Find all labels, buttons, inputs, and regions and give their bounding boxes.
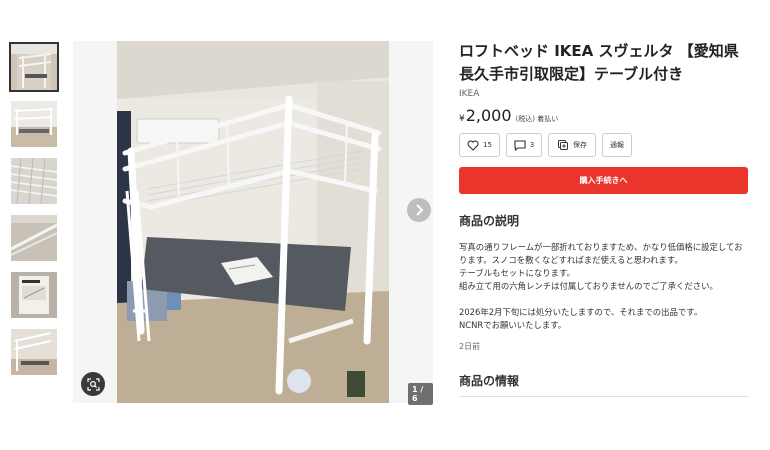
action-bar: 15 3 保存 通報: [459, 133, 749, 157]
report-label: 通報: [610, 141, 624, 149]
thumbnail-1[interactable]: [9, 42, 59, 92]
thumbnail-5[interactable]: [11, 272, 57, 318]
comment-icon: [514, 139, 526, 151]
like-button[interactable]: 15: [459, 133, 500, 157]
price-row: ¥ 2,000 (税込) 着払い: [459, 106, 749, 125]
posted-time: 2日前: [459, 342, 481, 351]
report-button[interactable]: 通報: [602, 133, 632, 157]
heart-icon: [467, 140, 479, 151]
product-photo[interactable]: [117, 41, 389, 403]
tax-shipping-note: (税込) 着払い: [515, 115, 559, 123]
save-label: 保存: [573, 141, 587, 149]
chevron-right-icon: [416, 204, 424, 216]
thumbnail-3[interactable]: [11, 158, 57, 204]
zoom-icon: [86, 377, 100, 391]
description-text: 写真の通りフレームが一部折れておりますため、かなり低価格に設定しております。スノ…: [459, 242, 743, 330]
comment-count: 3: [529, 141, 535, 149]
item-info: ロフトベッド IKEA スヴェルタ 【愛知県長久手市引取限定】テーブル付き IK…: [459, 40, 749, 397]
save-button[interactable]: 保存: [548, 133, 596, 157]
thumbnail-2[interactable]: [11, 101, 57, 147]
item-title: ロフトベッド IKEA スヴェルタ 【愛知県長久手市引取限定】テーブル付き: [459, 42, 739, 83]
brand-link[interactable]: IKEA: [459, 89, 749, 99]
thumbnail-list: [9, 42, 59, 386]
save-icon: [558, 140, 568, 150]
description-heading: 商品の説明: [459, 214, 520, 228]
image-viewer: 1 / 6: [73, 41, 433, 405]
image-counter: 1 / 6: [408, 383, 433, 405]
like-count: 15: [483, 141, 492, 149]
thumbnail-4[interactable]: [11, 215, 57, 261]
item-price: 2,000: [465, 106, 512, 125]
next-image-button[interactable]: [407, 198, 431, 222]
currency-symbol: ¥: [459, 114, 465, 124]
purchase-button[interactable]: 購入手続きへ: [459, 167, 748, 194]
details-heading: 商品の情報: [459, 372, 749, 397]
thumbnail-6[interactable]: [11, 329, 57, 375]
item-page: 1 / 6 ロフトベッド IKEA スヴェルタ 【愛知県長久手市引取限定】テーブ…: [0, 0, 770, 450]
comment-button[interactable]: 3: [506, 133, 542, 157]
zoom-button[interactable]: [81, 372, 105, 396]
